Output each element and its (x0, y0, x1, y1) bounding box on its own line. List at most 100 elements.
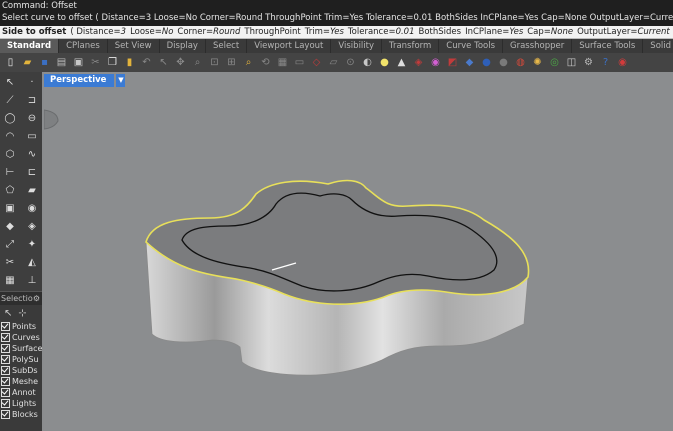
lock-icon[interactable]: ▲ (394, 55, 409, 70)
copy-icon[interactable]: ❐ (105, 55, 120, 70)
command-option[interactable]: Trim=Yes (305, 27, 344, 37)
rectangle-icon[interactable]: ▭ (23, 128, 41, 144)
tab-standard[interactable]: Standard (0, 39, 60, 53)
command-option[interactable]: Cap=None (527, 27, 573, 37)
command-option[interactable]: OutputLayer=Current (577, 27, 670, 37)
filter-item[interactable]: Annot (0, 387, 42, 398)
scene-canvas[interactable] (44, 72, 673, 430)
move-icon[interactable]: ⤢ (1, 236, 19, 252)
snapshot-icon[interactable]: ⊙ (343, 55, 358, 70)
tab-solid-tools[interactable]: Solid Tools (643, 39, 673, 53)
print-icon[interactable]: ▤ (54, 55, 69, 70)
cplane-icon[interactable]: ◇ (309, 55, 324, 70)
command-option[interactable]: InCPlane=Yes (465, 27, 523, 37)
filter-pin-icon[interactable]: ⊹ (18, 308, 26, 319)
command-option[interactable]: ( Distance=3 (70, 27, 126, 37)
import-icon[interactable]: ▣ (71, 55, 86, 70)
sun-icon[interactable]: ✺ (530, 55, 545, 70)
select-icon[interactable]: ↖ (156, 55, 171, 70)
explode-icon[interactable]: ✦ (23, 236, 41, 252)
color-wheel-icon[interactable]: ◉ (428, 55, 443, 70)
filter-item[interactable]: Lights (0, 398, 42, 409)
grasshopper-icon[interactable]: ◎ (547, 55, 562, 70)
polygon-icon[interactable]: ⬡ (1, 146, 19, 162)
filter-item[interactable]: Blocks (0, 409, 42, 420)
filter-item[interactable]: Meshe (0, 376, 42, 387)
undo-icon[interactable]: ↶ (139, 55, 154, 70)
box-icon[interactable]: ▣ (1, 200, 19, 216)
filter-checkbox[interactable] (1, 366, 10, 375)
split-icon[interactable]: ◭ (23, 254, 41, 270)
dimension-icon[interactable]: ⊥ (23, 272, 41, 288)
tab-grasshopper[interactable]: Grasshopper (503, 39, 573, 53)
tab-visibility[interactable]: Visibility (331, 39, 383, 53)
cylinder-icon[interactable]: ◉ (23, 200, 41, 216)
new-file-icon[interactable]: ▯ (3, 55, 18, 70)
rotate-view-icon[interactable]: ⟲ (258, 55, 273, 70)
show-object-icon[interactable]: ◐ (360, 55, 375, 70)
filter-item[interactable]: Curves (0, 332, 42, 343)
line-icon[interactable]: ⟋ (1, 92, 19, 108)
layer-icon[interactable]: ◈ (411, 55, 426, 70)
zoom-selected-icon[interactable]: ⌕ (241, 55, 256, 70)
command-option[interactable]: BothSides (419, 27, 462, 37)
help-icon[interactable]: ? (598, 55, 613, 70)
filter-checkbox[interactable] (1, 322, 10, 331)
tab-display[interactable]: Display (160, 39, 206, 53)
filter-checkbox[interactable] (1, 344, 10, 353)
tab-select[interactable]: Select (206, 39, 248, 53)
command-option[interactable]: Tolerance=0.01 (348, 27, 415, 37)
polyline-icon[interactable]: ⊐ (23, 92, 41, 108)
pan-icon[interactable]: ✥ (173, 55, 188, 70)
filter-item[interactable]: Surface (0, 343, 42, 354)
zoom-extents-icon[interactable]: ⊞ (224, 55, 239, 70)
tab-set-view[interactable]: Set View (108, 39, 160, 53)
light-bulb-icon[interactable]: ● (377, 55, 392, 70)
circle-icon[interactable]: ◯ (1, 110, 19, 126)
environment-icon[interactable]: ◍ (513, 55, 528, 70)
filter-checkbox[interactable] (1, 333, 10, 342)
filter-checkbox[interactable] (1, 388, 10, 397)
mesh-icon[interactable]: ◆ (1, 218, 19, 234)
zoom-icon[interactable]: ⌕ (190, 55, 205, 70)
viewport-title[interactable]: Perspective (44, 74, 115, 87)
set-view-icon[interactable]: ▱ (326, 55, 341, 70)
viewport-layout-icon[interactable]: ▦ (275, 55, 290, 70)
group-icon[interactable]: ▦ (1, 272, 19, 288)
save-icon[interactable]: ▪ (37, 55, 52, 70)
filter-checkbox[interactable] (1, 377, 10, 386)
surface-icon[interactable]: ⬠ (1, 182, 19, 198)
open-folder-icon[interactable]: ▰ (20, 55, 35, 70)
boolean-icon[interactable]: ◈ (23, 218, 41, 234)
cut-icon[interactable]: ✂ (88, 55, 103, 70)
render-icon[interactable]: ● (479, 55, 494, 70)
command-option[interactable]: Corner=Round (177, 27, 240, 37)
named-cplane-icon[interactable]: ◫ (564, 55, 579, 70)
filter-checkbox[interactable] (1, 410, 10, 419)
tab-transform[interactable]: Transform (382, 39, 440, 53)
filter-checkbox[interactable] (1, 399, 10, 408)
viewport-tab[interactable]: Perspective ▼ (44, 74, 126, 87)
paste-icon[interactable]: ▮ (122, 55, 137, 70)
named-view-icon[interactable]: ▭ (292, 55, 307, 70)
tab-cplanes[interactable]: CPlanes (59, 39, 108, 53)
rhino-icon[interactable]: ◉ (615, 55, 630, 70)
trim-icon[interactable]: ✂ (1, 254, 19, 270)
viewport-menu-arrow-icon[interactable]: ▼ (116, 74, 126, 87)
options-icon[interactable]: ⚙ (581, 55, 596, 70)
curve-icon[interactable]: ∿ (23, 146, 41, 162)
command-line[interactable]: Side to offset( Distance=3 Loose=No Corner… (0, 26, 673, 39)
viewport-perspective[interactable]: Perspective ▼ (44, 72, 673, 430)
filter-item[interactable]: Points (0, 321, 42, 332)
tab-surface-tools[interactable]: Surface Tools (572, 39, 644, 53)
zoom-window-icon[interactable]: ⊡ (207, 55, 222, 70)
ellipse-icon[interactable]: ⊖ (23, 110, 41, 126)
loft-icon[interactable]: ▰ (23, 182, 41, 198)
offset-curve-icon[interactable]: ⊏ (23, 164, 41, 180)
command-option[interactable]: ThroughPoint (244, 27, 300, 37)
filter-item[interactable]: SubDs (0, 365, 42, 376)
point-icon[interactable]: ↖ (1, 74, 19, 90)
gear-icon[interactable]: ⚙ (33, 292, 40, 305)
points-icon[interactable]: · (23, 74, 41, 90)
tab-viewport-layout[interactable]: Viewport Layout (247, 39, 332, 53)
